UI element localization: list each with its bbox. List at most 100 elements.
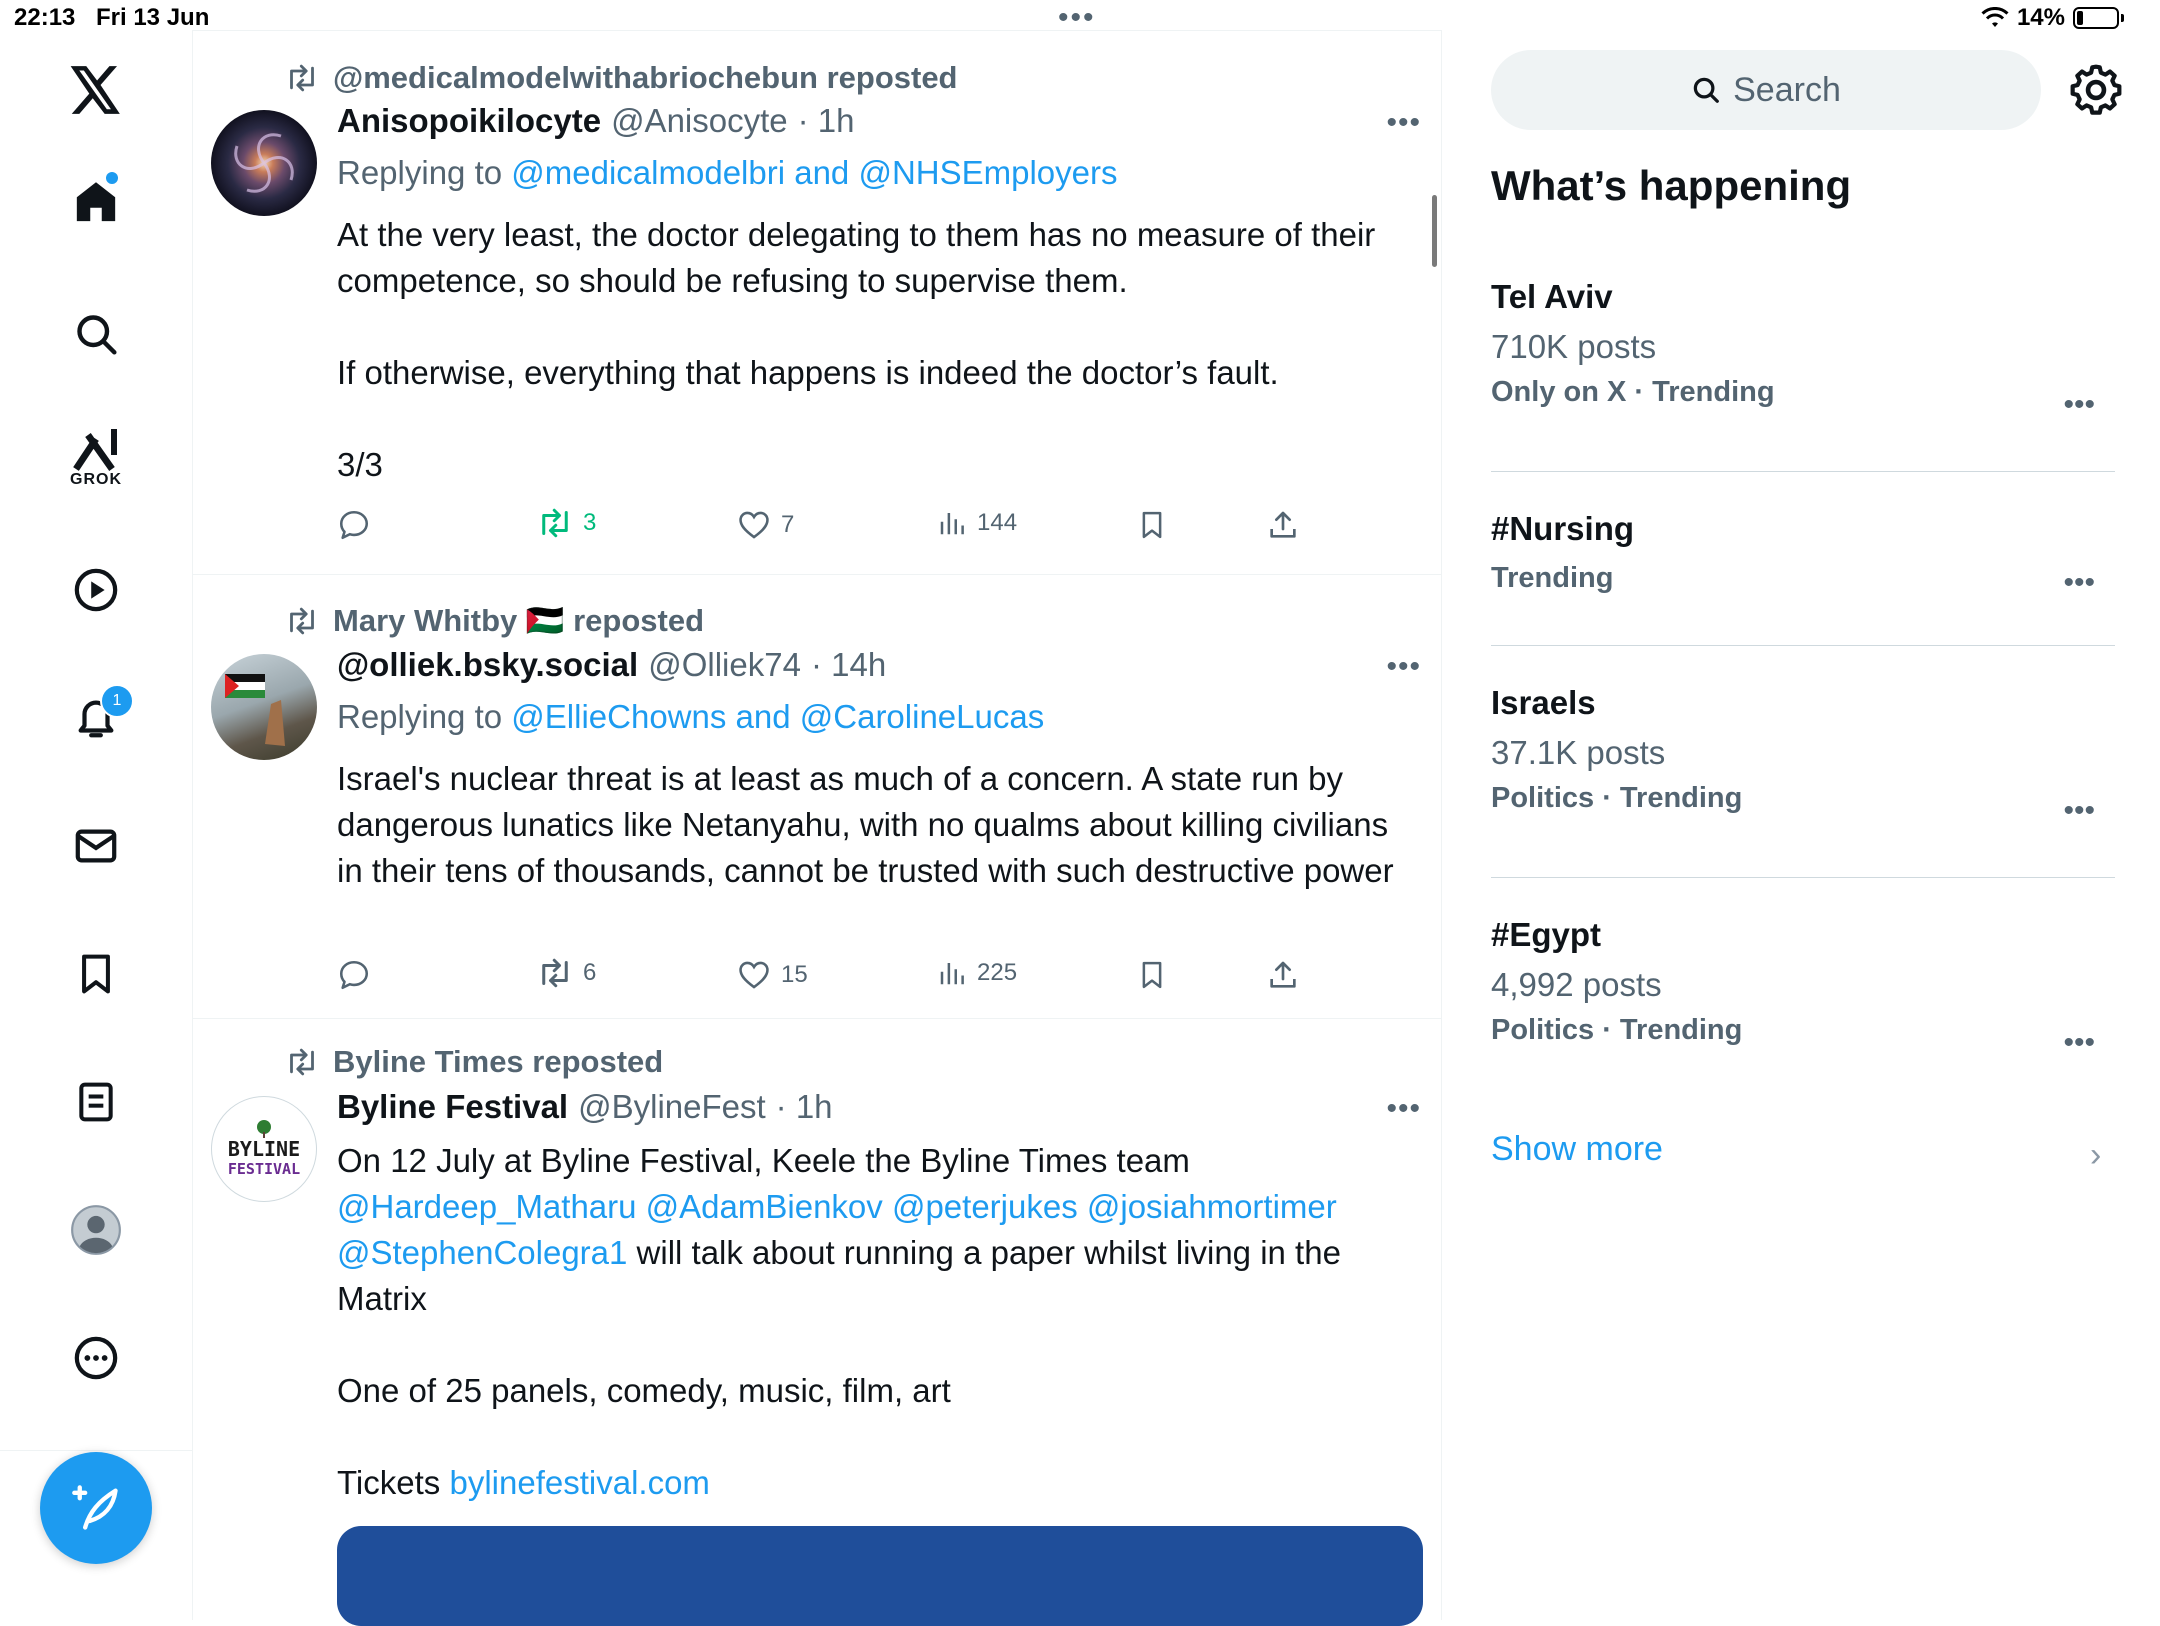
heart-icon	[739, 511, 769, 539]
divider	[1491, 471, 2115, 472]
trend-more-icon[interactable]: •••	[2063, 388, 2095, 422]
mentions[interactable]: @Hardeep_Matharu @AdamBienkov @peterjuke…	[337, 1184, 1397, 1230]
share-icon	[1270, 961, 1296, 988]
reply-button[interactable]	[337, 958, 371, 992]
reply-button[interactable]	[337, 508, 371, 542]
share-button[interactable]	[1267, 508, 1299, 542]
post-time[interactable]: · 14h	[811, 646, 886, 684]
repost-button[interactable]: 3	[537, 508, 596, 538]
trend-item[interactable]: #Nursing Trending •••	[1491, 510, 2115, 599]
battery-icon	[2073, 7, 2119, 29]
timeline[interactable]: @medicalmodelwithabriochebun reposted An…	[193, 30, 1442, 1620]
post-time[interactable]: · 1h	[776, 1088, 833, 1126]
post-text-line: @StephenColegra1 will talk about running…	[337, 1234, 1341, 1317]
author-name[interactable]: Anisopoikilocyte	[337, 102, 601, 140]
avatar[interactable]	[211, 654, 317, 760]
author-name[interactable]: @olliek.bsky.social	[337, 646, 638, 684]
author-name[interactable]: Byline Festival	[337, 1088, 568, 1126]
repost-icon	[290, 607, 314, 634]
avatar[interactable]: BYLINE FESTIVAL	[211, 1096, 317, 1202]
mention[interactable]: @StephenColegra1	[337, 1234, 627, 1271]
avatar[interactable]	[211, 110, 317, 216]
search-input[interactable]: Search	[1491, 50, 2041, 130]
like-button[interactable]: 7	[737, 508, 794, 542]
chevron-right-icon[interactable]: ›	[2090, 1136, 2101, 1175]
status-time: 22:13	[14, 4, 76, 31]
views-button[interactable]: 225	[937, 958, 1017, 988]
bookmark-button[interactable]	[1137, 508, 1167, 542]
repost-context-text[interactable]: @medicalmodelwithabriochebun reposted	[333, 60, 958, 96]
post-more-icon[interactable]: •••	[1386, 650, 1421, 684]
post-header: Byline Festival @BylineFest · 1h	[337, 1088, 833, 1126]
tree-icon	[257, 1120, 271, 1138]
video-icon[interactable]	[56, 550, 136, 630]
trend-count: 710K posts	[1491, 328, 1657, 365]
repost-icon	[542, 508, 568, 538]
trend-meta: Only on X · Trending	[1491, 376, 1775, 408]
replying-to-users[interactable]: @EllieChowns and @CarolineLucas	[511, 698, 1044, 735]
trend-more-icon[interactable]: •••	[2063, 1026, 2095, 1060]
repost-button[interactable]: 6	[537, 958, 596, 988]
trend-more-icon[interactable]: •••	[2063, 566, 2095, 600]
more-icon[interactable]	[56, 1318, 136, 1398]
trend-title: Tel Aviv	[1491, 278, 1613, 315]
post[interactable]: Mary Whitby 🇵🇸 reposted @olliek.bsky.soc…	[193, 574, 1441, 1019]
post-actions: 3 7 144	[337, 508, 1337, 548]
x-logo-icon[interactable]	[56, 50, 136, 130]
trend-item[interactable]: Israels 37.1K posts Politics · Trending …	[1491, 684, 2115, 827]
share-button[interactable]	[1267, 958, 1299, 992]
search-placeholder: Search	[1733, 70, 1841, 109]
repost-count: 3	[583, 509, 597, 536]
author-handle[interactable]: @Olliek74	[648, 646, 801, 684]
post-text: Israel's nuclear threat is at least as m…	[337, 760, 1394, 889]
compose-icon	[72, 1485, 118, 1530]
trend-more-icon[interactable]: •••	[2063, 794, 2095, 828]
views-icon	[940, 963, 964, 985]
heart-icon	[739, 961, 769, 989]
grok-label: GROK	[70, 471, 122, 488]
profile-icon[interactable]	[56, 1190, 136, 1270]
wifi-icon	[1981, 7, 2009, 27]
scrollbar-thumb[interactable]	[1432, 195, 1437, 267]
trend-meta: Trending	[1491, 562, 1614, 594]
repost-count: 6	[583, 959, 597, 986]
repost-context-text[interactable]: Mary Whitby 🇵🇸 reposted	[333, 602, 704, 639]
home-icon[interactable]	[56, 162, 136, 242]
lists-icon[interactable]	[56, 1062, 136, 1142]
like-count: 15	[781, 961, 808, 988]
multitask-dots-icon[interactable]: •••	[1058, 3, 1096, 33]
tickets-link[interactable]: bylinefestival.com	[449, 1464, 709, 1501]
post-time[interactable]: · 1h	[798, 102, 855, 140]
nav-divider	[0, 1450, 192, 1451]
gear-icon[interactable]	[2068, 62, 2124, 118]
trend-count: 4,992 posts	[1491, 966, 1662, 1003]
author-handle[interactable]: @BylineFest	[578, 1088, 766, 1126]
post-more-icon[interactable]: •••	[1386, 1092, 1421, 1126]
grok-icon[interactable]: GROK	[56, 418, 136, 498]
views-button[interactable]: 144	[937, 508, 1017, 538]
post-media[interactable]	[337, 1526, 1423, 1626]
trend-item[interactable]: #Egypt 4,992 posts Politics · Trending •…	[1491, 916, 2115, 1059]
compose-button[interactable]	[40, 1452, 152, 1564]
reply-icon	[339, 510, 369, 540]
post-header: @olliek.bsky.social @Olliek74 · 14h	[337, 646, 886, 684]
views-icon	[940, 513, 964, 535]
bell-icon[interactable]: 1	[56, 678, 136, 758]
post-text-line: One of 25 panels, comedy, music, film, a…	[337, 1372, 951, 1409]
search-icon[interactable]	[56, 294, 136, 374]
mail-icon[interactable]	[56, 806, 136, 886]
bookmark-button[interactable]	[1137, 958, 1167, 992]
bookmark-icon[interactable]	[56, 934, 136, 1014]
replying-to-users[interactable]: @medicalmodelbri and @NHSEmployers	[511, 154, 1117, 191]
like-count: 7	[781, 511, 795, 538]
repost-context-text[interactable]: Byline Times reposted	[333, 1044, 663, 1080]
post-text: On 12 July at Byline Festival, Keele the…	[337, 1138, 1397, 1506]
share-icon	[1270, 511, 1296, 538]
post-more-icon[interactable]: •••	[1386, 106, 1421, 140]
post[interactable]: @medicalmodelwithabriochebun reposted An…	[193, 30, 1441, 575]
trend-meta: Politics · Trending	[1491, 1014, 1743, 1046]
author-handle[interactable]: @Anisocyte	[611, 102, 788, 140]
show-more-link[interactable]: Show more	[1491, 1130, 1663, 1169]
like-button[interactable]: 15	[737, 958, 808, 992]
trend-item[interactable]: Tel Aviv 710K posts Only on X · Trending…	[1491, 278, 2115, 421]
